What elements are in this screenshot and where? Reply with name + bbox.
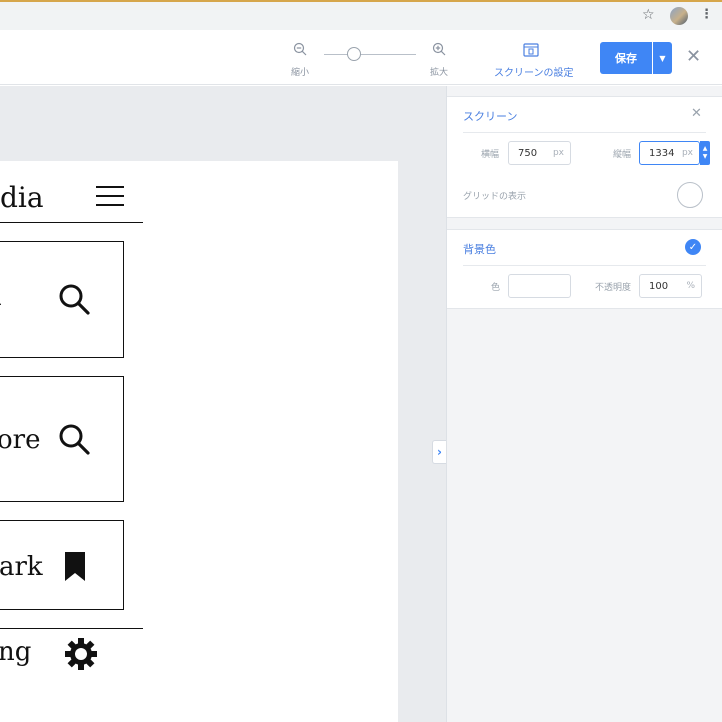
title-divider (0, 222, 143, 223)
opacity-value: 100 (649, 281, 669, 292)
height-value: 1334 (649, 148, 675, 159)
height-unit: px (681, 148, 693, 158)
screen-section-title: スクリーン (463, 110, 518, 123)
card-label: ore (0, 425, 41, 455)
background-color-section: 背景色 ✓ 色 不透明度 100 % (447, 229, 722, 309)
width-field[interactable]: 750 px (508, 141, 571, 165)
save-dropdown-button[interactable]: ▼ (653, 42, 672, 74)
color-field[interactable] (508, 274, 571, 298)
browser-chrome: ☆ ⋮ (0, 0, 722, 30)
close-editor-icon[interactable]: ✕ (686, 46, 701, 67)
grid-display-toggle[interactable] (677, 182, 703, 208)
chevron-right-icon: › (437, 445, 442, 459)
card-label: ark (0, 552, 43, 582)
zoom-slider-track[interactable] (324, 54, 416, 55)
section-divider (463, 132, 706, 133)
screen-settings-icon[interactable] (523, 43, 539, 57)
hamburger-menu-icon[interactable] (96, 186, 124, 206)
footer-divider (0, 628, 143, 629)
setting-label: ng (0, 637, 32, 667)
profile-avatar[interactable] (670, 7, 688, 25)
grid-display-label: グリッドの表示 (463, 192, 527, 202)
card-label: d (0, 282, 2, 312)
zoom-in-label: 拡大 (430, 68, 449, 78)
collapse-panel-handle[interactable]: › (432, 440, 446, 464)
width-unit: px (552, 148, 564, 158)
height-stepper[interactable]: ▲ ▼ (700, 141, 710, 165)
section-divider (463, 265, 706, 266)
save-button[interactable]: 保存 (600, 42, 652, 74)
search-icon (59, 284, 90, 315)
gear-icon[interactable] (64, 637, 98, 671)
check-icon[interactable]: ✓ (685, 239, 701, 255)
height-label: 縦幅 (613, 150, 632, 160)
opacity-unit: % (686, 281, 695, 291)
width-value: 750 (518, 148, 538, 159)
more-menu-icon[interactable]: ⋮ (700, 7, 713, 22)
app-title: dia (0, 181, 44, 214)
menu-card-bookmark[interactable]: ark (0, 520, 124, 610)
zoom-slider-thumb[interactable] (347, 47, 361, 61)
zoom-out-label: 縮小 (291, 68, 310, 78)
phone-screen-preview: dia d ore ark ng (0, 161, 398, 722)
bookmark-star-icon[interactable]: ☆ (642, 7, 655, 23)
screen-section: スクリーン ✕ 横幅 750 px 縦幅 1334 px グリッドの表示 (447, 96, 722, 218)
bookmark-icon (65, 552, 85, 581)
properties-panel: スクリーン ✕ 横幅 750 px 縦幅 1334 px グリッドの表示 ▲ ▼… (446, 86, 722, 722)
screen-settings-button[interactable]: スクリーンの設定 (494, 64, 574, 79)
opacity-label: 不透明度 (595, 283, 632, 293)
stepper-up-icon[interactable]: ▲ (703, 145, 708, 153)
width-label: 横幅 (481, 150, 500, 160)
stepper-down-icon[interactable]: ▼ (703, 153, 708, 161)
search-icon (59, 424, 90, 455)
zoom-out-icon[interactable] (293, 42, 307, 56)
menu-card-search[interactable]: d (0, 241, 124, 358)
caret-down-icon: ▼ (659, 53, 666, 63)
close-icon[interactable]: ✕ (691, 106, 702, 121)
design-canvas: dia d ore ark ng (0, 86, 446, 722)
height-field[interactable]: 1334 px (639, 141, 700, 165)
color-label: 色 (491, 283, 501, 293)
zoom-in-icon[interactable] (432, 42, 446, 56)
opacity-field[interactable]: 100 % (639, 274, 702, 298)
editor-toolbar: 縮小 拡大 スクリーンの設定 保存 ▼ ✕ (0, 30, 722, 85)
menu-card-explore[interactable]: ore (0, 376, 124, 502)
background-section-title: 背景色 (463, 243, 496, 256)
